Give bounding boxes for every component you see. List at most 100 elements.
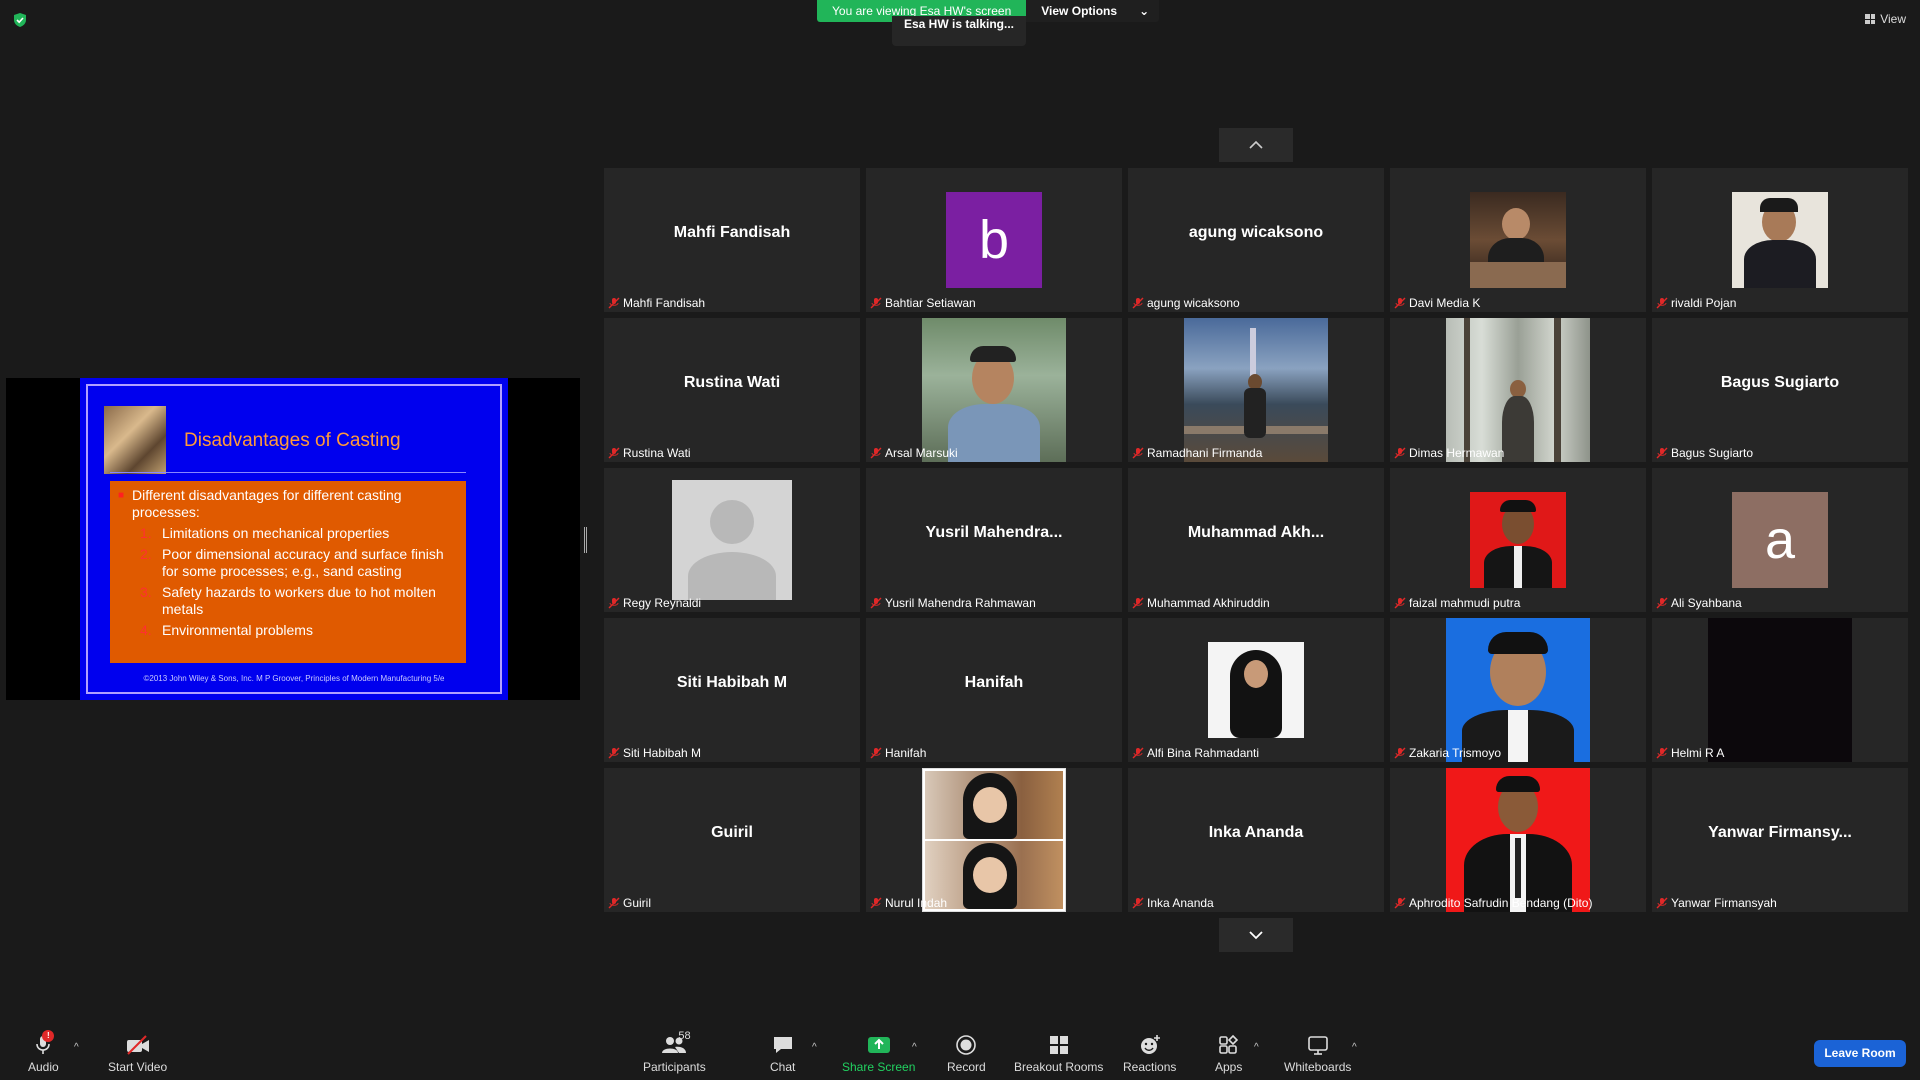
participant-video — [1470, 492, 1566, 588]
participant-tile[interactable]: Ramadhani Firmanda — [1128, 318, 1384, 462]
participant-tile[interactable]: Bagus Sugiarto Bagus Sugiarto — [1652, 318, 1908, 462]
participant-tile[interactable]: agung wicaksono agung wicaksono — [1128, 168, 1384, 312]
muted-mic-icon — [1394, 297, 1406, 309]
participant-name-label: Mahfi Fandisah — [608, 296, 705, 310]
slide-item-number: 1. — [140, 525, 152, 541]
participant-display-name: Yusril Mahendra... — [925, 524, 1063, 541]
participant-video — [1732, 192, 1828, 288]
whiteboards-options-caret-icon[interactable]: ^ — [1352, 1042, 1357, 1053]
reactions-button[interactable]: Reactions — [1123, 1032, 1176, 1074]
participant-name: Yusril Mahendra Rahmawan — [885, 596, 1036, 610]
participant-tile[interactable]: Aphrodito Safrudin Bendang (Dito) — [1390, 768, 1646, 912]
slide-title: Disadvantages of Casting — [184, 430, 401, 451]
participant-tile[interactable]: rivaldi Pojan — [1652, 168, 1908, 312]
participant-tile[interactable]: Regy Reynaldi — [604, 468, 860, 612]
muted-mic-icon — [608, 897, 620, 909]
participants-button[interactable]: 58 Participants — [643, 1030, 706, 1074]
participant-name-label: Ramadhani Firmanda — [1132, 446, 1262, 460]
presentation-slide: Disadvantages of Casting ■ Different dis… — [80, 378, 508, 700]
participant-name: Bagus Sugiarto — [1671, 446, 1754, 460]
panel-resize-handle[interactable] — [584, 527, 587, 553]
share-options-caret-icon[interactable]: ^ — [912, 1042, 917, 1053]
muted-mic-icon — [1394, 597, 1406, 609]
participant-name: Bahtiar Setiawan — [885, 296, 976, 310]
participant-tile[interactable]: Guiril Guiril — [604, 768, 860, 912]
audio-button[interactable]: ! Audio — [28, 1030, 59, 1074]
participant-name-label: Zakaria Trismoyo — [1394, 746, 1501, 760]
participant-name-label: Aphrodito Safrudin Bendang (Dito) — [1394, 896, 1592, 910]
audio-warning-badge: ! — [42, 1030, 55, 1042]
participant-display-name: Bagus Sugiarto — [1720, 374, 1840, 391]
chat-button[interactable]: Chat — [770, 1032, 795, 1074]
muted-mic-icon — [608, 447, 620, 459]
participant-name: Ali Syahbana — [1671, 596, 1742, 610]
muted-mic-icon — [1132, 447, 1144, 459]
participant-display-name: Siti Habibah M — [676, 674, 788, 691]
participant-tile[interactable]: Muhammad Akh... Muhammad Akhiruddin — [1128, 468, 1384, 612]
security-shield-icon[interactable] — [12, 12, 28, 28]
shared-screen[interactable]: Disadvantages of Casting ■ Different dis… — [6, 378, 580, 700]
participant-tile[interactable]: Dimas Hermawan — [1390, 318, 1646, 462]
participant-tile[interactable]: Yanwar Firmansy... Yanwar Firmansyah — [1652, 768, 1908, 912]
slide-intro-text: Different disadvantages for different ca… — [132, 487, 402, 520]
participant-name-label: Davi Media K — [1394, 296, 1480, 310]
participant-tile[interactable]: Siti Habibah M Siti Habibah M — [604, 618, 860, 762]
participant-name-label: Yusril Mahendra Rahmawan — [870, 596, 1036, 610]
reactions-label: Reactions — [1123, 1060, 1177, 1074]
participant-name-label: Inka Ananda — [1132, 896, 1214, 910]
apps-options-caret-icon[interactable]: ^ — [1254, 1042, 1259, 1053]
participant-tile[interactable]: Mahfi Fandisah Mahfi Fandisah — [604, 168, 860, 312]
participant-tile[interactable]: Helmi R A — [1652, 618, 1908, 762]
participant-tile[interactable]: Hanifah Hanifah — [866, 618, 1122, 762]
breakout-rooms-button[interactable]: Breakout Rooms — [1014, 1032, 1103, 1074]
participant-display-name: Mahfi Fandisah — [673, 224, 791, 241]
view-button[interactable]: View — [1865, 12, 1906, 26]
participant-tile[interactable]: Yusril Mahendra... Yusril Mahendra Rahmaw… — [866, 468, 1122, 612]
muted-mic-icon — [608, 297, 620, 309]
participant-tile[interactable]: Zakaria Trismoyo — [1390, 618, 1646, 762]
chat-label: Chat — [770, 1060, 796, 1074]
apps-label: Apps — [1215, 1060, 1243, 1074]
participant-tile[interactable]: Inka Ananda Inka Ananda — [1128, 768, 1384, 912]
start-video-button[interactable]: Start Video — [108, 1032, 167, 1074]
muted-mic-icon — [1132, 297, 1144, 309]
participant-name: Guiril — [623, 896, 652, 910]
whiteboards-label: Whiteboards — [1284, 1060, 1352, 1074]
participant-tile[interactable]: a Ali Syahbana — [1652, 468, 1908, 612]
whiteboards-button[interactable]: Whiteboards — [1284, 1032, 1351, 1074]
participant-name-label: Bahtiar Setiawan — [870, 296, 976, 310]
apps-icon — [1218, 1034, 1238, 1054]
breakout-rooms-icon — [1049, 1036, 1068, 1054]
slide-divider — [110, 472, 466, 473]
participant-tile[interactable]: Alfi Bina Rahmadanti — [1128, 618, 1384, 762]
participant-avatar: b — [946, 192, 1042, 288]
participant-name-label: Siti Habibah M — [608, 746, 701, 760]
participant-tile[interactable]: Rustina Wati Rustina Wati — [604, 318, 860, 462]
muted-mic-icon — [1132, 747, 1144, 759]
bullet-icon: ■ — [118, 490, 125, 501]
participant-tile[interactable]: faizal mahmudi putra — [1390, 468, 1646, 612]
muted-mic-icon — [1132, 897, 1144, 909]
participant-display-name: Rustina Wati — [683, 374, 781, 391]
participant-name-label: Ali Syahbana — [1656, 596, 1742, 610]
share-screen-button[interactable]: Share Screen — [842, 1032, 915, 1074]
participant-tile[interactable]: Arsal Marsuki — [866, 318, 1122, 462]
audio-options-caret-icon[interactable]: ^ — [74, 1042, 79, 1053]
participant-tile[interactable]: Nurul Indah — [866, 768, 1122, 912]
participant-name: Yanwar Firmansyah — [1671, 896, 1777, 910]
slide-item-number: 4. — [140, 622, 152, 638]
view-options-button[interactable]: View Options ⌄ — [1026, 0, 1160, 22]
leave-room-button[interactable]: Leave Room — [1814, 1040, 1906, 1067]
chat-options-caret-icon[interactable]: ^ — [812, 1042, 817, 1053]
participant-name: Inka Ananda — [1147, 896, 1214, 910]
participant-video — [1208, 642, 1304, 738]
record-button[interactable]: Record — [947, 1032, 986, 1074]
gallery-page-up-button[interactable] — [1219, 128, 1293, 162]
participant-tile[interactable]: Davi Media K — [1390, 168, 1646, 312]
slide-item: 3. Safety hazards to workers due to hot … — [140, 584, 458, 618]
slide-footer: ©2013 John Wiley & Sons, Inc. M P Groove… — [143, 674, 445, 683]
apps-button[interactable]: Apps — [1215, 1032, 1242, 1074]
participant-gallery: Mahfi Fandisah Mahfi Fandisah b Bahtiar Set… — [604, 168, 1908, 912]
gallery-page-down-button[interactable] — [1219, 918, 1293, 952]
participant-tile[interactable]: b Bahtiar Setiawan — [866, 168, 1122, 312]
